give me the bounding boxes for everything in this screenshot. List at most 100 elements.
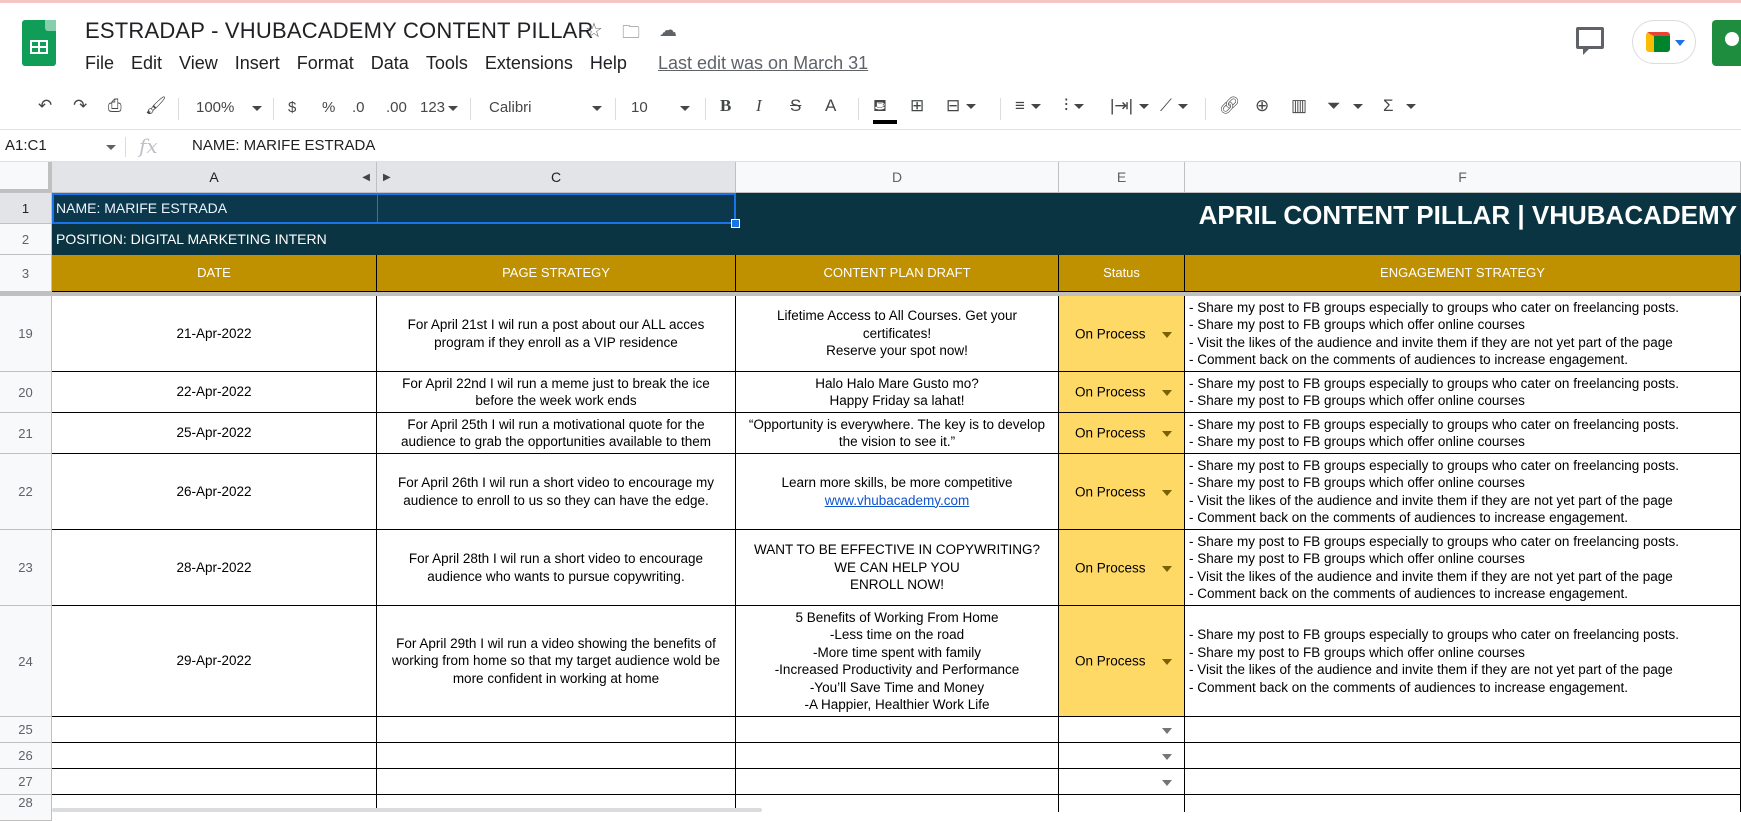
merge-cells-icon[interactable]: ⊟ xyxy=(946,96,977,116)
font-size-select[interactable]: 10 xyxy=(631,99,690,116)
date-cell[interactable]: 26-Apr-2022 xyxy=(52,454,377,530)
empty-cell[interactable] xyxy=(52,769,377,795)
status-dropdown[interactable] xyxy=(1059,769,1185,795)
zoom-select[interactable]: 100% xyxy=(196,99,263,116)
number-format-select[interactable]: 123 xyxy=(420,99,459,116)
horizontal-align-icon[interactable]: ≡ xyxy=(1015,96,1041,116)
row-header[interactable]: 28 xyxy=(0,795,52,821)
empty-cell[interactable] xyxy=(1185,769,1741,795)
draft-cell[interactable]: Learn more skills, be more competitive w… xyxy=(736,454,1059,530)
menu-view[interactable]: View xyxy=(179,53,218,74)
currency-format-button[interactable]: $ xyxy=(288,99,296,116)
menu-tools[interactable]: Tools xyxy=(426,53,468,74)
strategy-cell[interactable]: For April 22nd I wil run a meme just to … xyxy=(377,372,736,413)
last-edit-link[interactable]: Last edit was on March 31 xyxy=(658,53,868,74)
empty-cell[interactable] xyxy=(52,717,377,743)
print-icon[interactable]: ⎙ xyxy=(108,96,122,116)
vertical-align-icon[interactable]: ⫶ xyxy=(1064,96,1085,116)
column-expand-icon[interactable]: ▶ xyxy=(383,162,391,193)
select-all-corner[interactable] xyxy=(0,162,52,193)
column-header-e[interactable]: E xyxy=(1059,162,1185,193)
fill-color-icon[interactable]: ⛾ xyxy=(873,96,897,124)
draft-cell[interactable]: WANT TO BE EFFECTIVE IN COPYWRITING? WE … xyxy=(736,530,1059,606)
engagement-cell[interactable]: - Share my post to FB groups especially … xyxy=(1185,454,1741,530)
undo-icon[interactable]: ↶ xyxy=(38,96,52,116)
chevron-down-icon[interactable] xyxy=(106,145,116,150)
column-header-d[interactable]: D xyxy=(736,162,1059,193)
row-header[interactable]: 23 xyxy=(0,530,52,606)
document-title[interactable]: ESTRADAP - VHUBACADEMY CONTENT PILLAR xyxy=(85,18,594,44)
date-cell[interactable]: 28-Apr-2022 xyxy=(52,530,377,606)
sheets-logo-icon[interactable] xyxy=(22,20,56,66)
engagement-cell[interactable]: - Share my post to FB groups especially … xyxy=(1185,606,1741,717)
functions-icon[interactable]: Σ xyxy=(1383,96,1416,116)
strategy-cell[interactable]: For April 28th I wil run a short video t… xyxy=(377,530,736,606)
engagement-cell[interactable]: - Share my post to FB groups especially … xyxy=(1185,530,1741,606)
decrease-decimal-button[interactable]: .0 xyxy=(352,99,365,116)
status-dropdown[interactable] xyxy=(1059,717,1185,743)
status-dropdown[interactable]: On Process xyxy=(1059,454,1185,530)
header-page-strategy[interactable]: PAGE STRATEGY xyxy=(377,255,736,292)
header-date[interactable]: DATE xyxy=(52,255,377,292)
status-dropdown[interactable] xyxy=(1059,743,1185,769)
draft-cell[interactable]: 5 Benefits of Working From Home -Less ti… xyxy=(736,606,1059,717)
menu-insert[interactable]: Insert xyxy=(235,53,280,74)
position-cell[interactable]: POSITION: DIGITAL MARKETING INTERN xyxy=(52,224,736,255)
bold-button[interactable]: B xyxy=(720,96,731,116)
strikethrough-button[interactable]: S xyxy=(790,96,801,116)
menu-file[interactable]: File xyxy=(85,53,114,74)
status-dropdown[interactable]: On Process xyxy=(1059,296,1185,372)
column-header-a[interactable]: A ◀ xyxy=(52,162,377,193)
meet-button[interactable] xyxy=(1632,20,1696,64)
empty-cell[interactable] xyxy=(736,769,1059,795)
italic-button[interactable]: I xyxy=(756,96,762,116)
status-dropdown[interactable]: On Process xyxy=(1059,530,1185,606)
share-button[interactable] xyxy=(1712,20,1741,66)
menu-help[interactable]: Help xyxy=(590,53,627,74)
status-dropdown[interactable]: On Process xyxy=(1059,413,1185,454)
row-header[interactable]: 1 xyxy=(0,193,52,224)
insert-chart-icon[interactable]: ▥ xyxy=(1291,96,1307,116)
strategy-cell[interactable]: For April 21st I wil run a post about ou… xyxy=(377,296,736,372)
strategy-cell[interactable]: For April 26th I wil run a short video t… xyxy=(377,454,736,530)
menu-data[interactable]: Data xyxy=(371,53,409,74)
menu-edit[interactable]: Edit xyxy=(131,53,162,74)
status-dropdown[interactable]: On Process xyxy=(1059,372,1185,413)
row-header[interactable]: 20 xyxy=(0,372,52,413)
comment-icon[interactable] xyxy=(1576,27,1604,55)
row-header[interactable]: 2 xyxy=(0,224,52,255)
star-icon[interactable]: ☆ xyxy=(585,18,603,43)
menu-format[interactable]: Format xyxy=(297,53,354,74)
empty-cell[interactable] xyxy=(736,717,1059,743)
engagement-cell[interactable]: - Share my post to FB groups especially … xyxy=(1185,296,1741,372)
empty-cell[interactable] xyxy=(377,743,736,769)
formula-input[interactable]: NAME: MARIFE ESTRADA xyxy=(192,137,375,154)
header-engagement[interactable]: ENGAGEMENT STRATEGY xyxy=(1185,255,1741,292)
insert-comment-icon[interactable]: ⊕ xyxy=(1255,96,1269,116)
borders-icon[interactable]: ⊞ xyxy=(910,96,924,116)
empty-cell[interactable] xyxy=(1185,717,1741,743)
row-header[interactable]: 19 xyxy=(0,296,52,372)
empty-cell[interactable] xyxy=(1059,795,1185,812)
percent-format-button[interactable]: % xyxy=(322,99,335,116)
engagement-cell[interactable]: - Share my post to FB groups especially … xyxy=(1185,413,1741,454)
column-header-f[interactable]: F xyxy=(1185,162,1741,193)
row-header[interactable]: 26 xyxy=(0,743,52,769)
empty-cell[interactable] xyxy=(377,769,736,795)
date-cell[interactable]: 25-Apr-2022 xyxy=(52,413,377,454)
header-status[interactable]: Status xyxy=(1059,255,1185,292)
menu-extensions[interactable]: Extensions xyxy=(485,53,573,74)
move-folder-icon[interactable]: 🗀 xyxy=(622,20,640,50)
draft-cell[interactable]: Lifetime Access to All Courses. Get your… xyxy=(736,296,1059,372)
header-content-plan[interactable]: CONTENT PLAN DRAFT xyxy=(736,255,1059,292)
row-header[interactable]: 24 xyxy=(0,606,52,717)
empty-cell[interactable] xyxy=(736,743,1059,769)
website-link[interactable]: www.vhubacademy.com xyxy=(825,492,970,510)
filter-icon[interactable]: ⏷ xyxy=(1327,96,1363,116)
date-cell[interactable]: 29-Apr-2022 xyxy=(52,606,377,717)
row-header[interactable]: 21 xyxy=(0,413,52,454)
strategy-cell[interactable]: For April 25th I wil run a motivational … xyxy=(377,413,736,454)
empty-cell[interactable] xyxy=(1185,743,1741,769)
empty-cell[interactable] xyxy=(377,717,736,743)
text-color-button[interactable]: A xyxy=(825,96,836,116)
